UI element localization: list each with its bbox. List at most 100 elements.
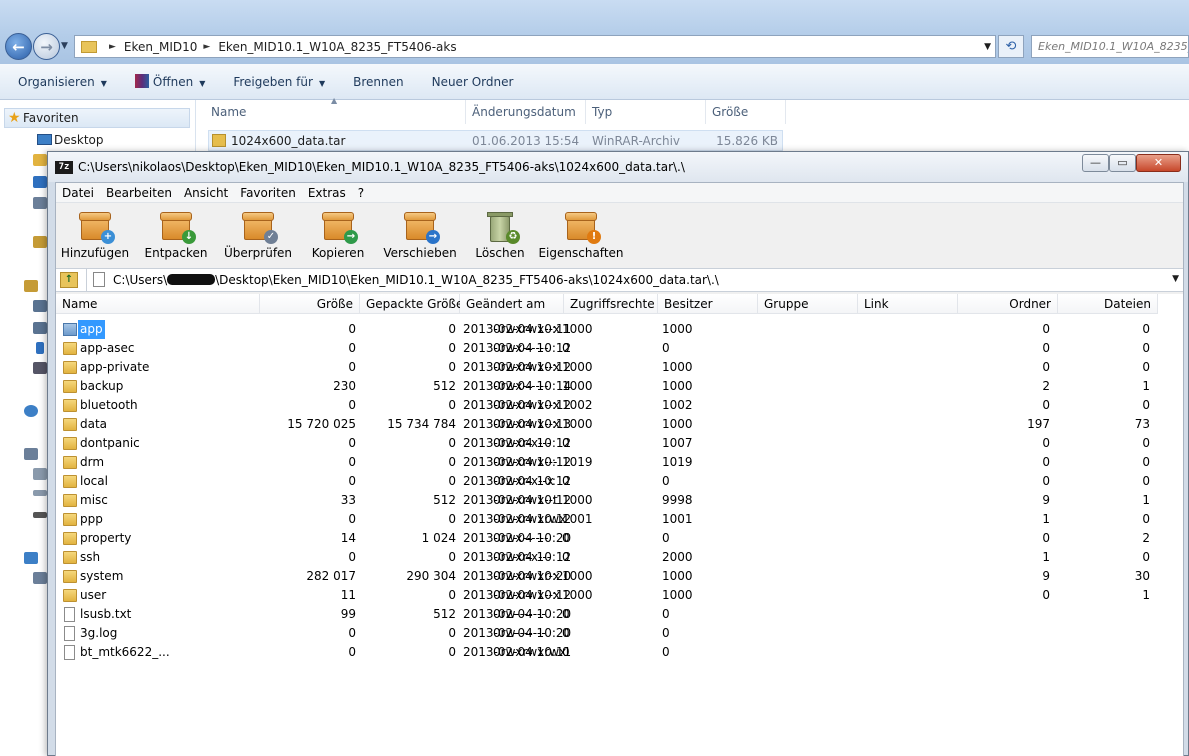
item-name: bluetooth: [80, 398, 138, 412]
cell-files: 1: [1142, 588, 1150, 602]
toolbar-button-eigenschaften[interactable]: ! Eigenschaften: [536, 204, 626, 266]
libraries-icon[interactable]: [24, 280, 38, 292]
column-header-size[interactable]: Größe: [260, 294, 360, 314]
desktop-icon: [37, 134, 52, 145]
folder-row[interactable]: bluetooth 0 0 2013-02-04 10:12 0rwxrwx--x 100…: [56, 396, 1183, 415]
cloud-icon[interactable]: [33, 176, 47, 188]
column-header-type[interactable]: Typ: [586, 100, 706, 124]
column-header-name[interactable]: Name: [205, 100, 466, 124]
nav-favorites[interactable]: ★ Favoriten: [4, 108, 190, 128]
breadcrumb-item[interactable]: Eken_MID10: [124, 40, 198, 54]
column-header-packed[interactable]: Gepackte Größe: [360, 294, 463, 314]
network-icon[interactable]: [24, 552, 38, 564]
minimize-button[interactable]: —: [1082, 154, 1109, 172]
videos-icon[interactable]: [33, 362, 47, 374]
file-date: 01.06.2013 15:54: [472, 134, 580, 148]
column-header-files[interactable]: Dateien: [1058, 294, 1158, 314]
recent-pages-dropdown[interactable]: ▼: [61, 41, 68, 51]
homegroup-icon[interactable]: [24, 405, 38, 417]
close-button[interactable]: ✕: [1136, 154, 1181, 172]
folder-row[interactable]: dontpanic 0 0 2013-02-04 10:12 0rwxr-x--- 0 10…: [56, 434, 1183, 453]
refresh-button[interactable]: ⟲: [998, 35, 1024, 58]
folder-row[interactable]: ssh 0 0 2013-02-04 10:12 0rwxr-x--- 0 2000 1 0: [56, 548, 1183, 567]
nav-desktop[interactable]: Desktop: [6, 130, 104, 150]
folder-row[interactable]: user 11 0 2013-02-04 10:12 0rwxrwx--x 1000 100…: [56, 586, 1183, 605]
folder-row[interactable]: property 14 1 024 2013-02-04 10:20 0rwx-----…: [56, 529, 1183, 548]
toolbar-button-kopieren[interactable]: → Kopieren: [293, 204, 383, 266]
column-header-owner[interactable]: Besitzer: [658, 294, 758, 314]
breadcrumb-item[interactable]: Eken_MID10.1_W10A_8235_FT5406-aks: [218, 40, 456, 54]
folder-row[interactable]: system 282 017 290 304 2013-02-04 10:20 0rwx…: [56, 567, 1183, 586]
item-name: dontpanic: [80, 436, 140, 450]
folder-icon: [63, 418, 77, 431]
pictures-icon[interactable]: [33, 322, 47, 334]
drive-icon[interactable]: [33, 490, 47, 496]
column-header-link[interactable]: Link: [858, 294, 958, 314]
search-input[interactable]: Eken_MID10.1_W10A_8235_FT5406-aks durchs…: [1031, 35, 1189, 58]
computer-icon[interactable]: [33, 197, 47, 209]
column-header-name[interactable]: Name: [56, 294, 260, 314]
path-input[interactable]: C:\Users\ \Desktop\Eken_MID10\Eken_MID10.…: [86, 269, 1183, 291]
library-icon[interactable]: [33, 236, 47, 248]
column-header-modified[interactable]: Geändert am: [460, 294, 564, 314]
menu-file[interactable]: Datei: [56, 186, 100, 200]
cell-size: 230: [333, 379, 356, 393]
folder-icon[interactable]: [33, 154, 47, 166]
folder-row[interactable]: backup 230 512 2013-02-04 10:14 0rwx------ 10…: [56, 377, 1183, 396]
window-titlebar[interactable]: 7z C:\Users\nikolaos\Desktop\Eken_MID10\…: [48, 152, 1188, 182]
folder-row[interactable]: data 15 720 025 15 734 784 2013-02-04 10:13…: [56, 415, 1183, 434]
cell-packed: 1 024: [421, 531, 456, 545]
chevron-down-icon[interactable]: ▼: [1172, 274, 1179, 284]
column-header-size[interactable]: Größe: [706, 100, 786, 124]
forward-button[interactable]: →: [33, 33, 60, 60]
menu-help[interactable]: ?: [352, 186, 370, 200]
burn-button[interactable]: Brennen: [343, 75, 413, 89]
folder-row[interactable]: drm 0 0 2013-02-04 10:12 0rwxrwx--- 1019 1019 0…: [56, 453, 1183, 472]
network-computer-icon[interactable]: [33, 572, 47, 584]
folder-row[interactable]: app-private 0 0 2013-02-04 10:12 0rwxrwx--x 1…: [56, 358, 1183, 377]
column-header-perm[interactable]: Zugriffsrechte: [564, 294, 658, 314]
menu-edit[interactable]: Bearbeiten: [100, 186, 178, 200]
column-header-date[interactable]: Änderungsdatum: [466, 100, 586, 124]
path-prefix: C:\Users\: [113, 273, 168, 287]
menu-view[interactable]: Ansicht: [178, 186, 234, 200]
open-button[interactable]: Öffnen ▼: [125, 74, 215, 89]
chevron-right-icon: ►: [203, 41, 211, 52]
new-folder-button[interactable]: Neuer Ordner: [422, 75, 524, 89]
file-row[interactable]: lsusb.txt 99 512 2013-02-04 10:20 0rw-------…: [56, 605, 1183, 624]
folder-row[interactable]: misc 33 512 2013-02-04 10:12 0rwxrwx--t 1000 9…: [56, 491, 1183, 510]
chevron-down-icon[interactable]: ▼: [984, 42, 991, 52]
column-header-group[interactable]: Gruppe: [758, 294, 858, 314]
toolbar-button-löschen[interactable]: ♻ Löschen: [455, 204, 545, 266]
folder-row[interactable]: app-asec 0 0 2013-02-04 10:12 0rwx------ 0 0 0 0: [56, 339, 1183, 358]
document-icon: [93, 272, 105, 287]
toolbar-button-entpacken[interactable]: ↓ Entpacken: [131, 204, 221, 266]
file-row[interactable]: 3g.log 0 0 2013-02-04 10:20 0rw------- 0 0: [56, 624, 1183, 643]
file-row[interactable]: bt_mtk6622_... 0 0 2013-02-04 10:11 0rwxrwxr…: [56, 643, 1183, 662]
menu-tools[interactable]: Extras: [302, 186, 352, 200]
folder-up-icon[interactable]: ↑: [60, 272, 78, 288]
toolbar-button-hinzufügen[interactable]: + Hinzufügen: [50, 204, 140, 266]
address-bar[interactable]: ► Eken_MID10 ► Eken_MID10.1_W10A_8235_FT…: [74, 35, 996, 58]
drive-icon[interactable]: [33, 512, 47, 518]
drive-icon[interactable]: [33, 468, 47, 480]
share-button[interactable]: Freigeben für ▼: [223, 75, 335, 89]
maximize-button[interactable]: ▭: [1109, 154, 1136, 172]
documents-icon[interactable]: [33, 300, 47, 312]
music-icon[interactable]: [36, 342, 44, 354]
folder-row[interactable]: ppp 0 0 2013-02-04 10:12 0rwxrwxrwx 1001 1001 1…: [56, 510, 1183, 529]
menu-favorites[interactable]: Favoriten: [234, 186, 302, 200]
toolbar-button-verschieben[interactable]: → Verschieben: [375, 204, 465, 266]
archive-box-icon: !: [565, 210, 601, 244]
column-header-folders[interactable]: Ordner: [958, 294, 1058, 314]
folder-row[interactable]: app 0 0 2013-02-04 10:11 0rwxrwx--x 1000 1000 0…: [56, 320, 1183, 339]
organize-button[interactable]: Organisieren ▼: [8, 75, 117, 89]
toolbar-button-überprüfen[interactable]: ✓ Überprüfen: [213, 204, 303, 266]
folder-row[interactable]: local 0 0 2013-02-04 10:12 0rwxr-x--x 0 0 0 0: [56, 472, 1183, 491]
computer-icon[interactable]: [24, 448, 38, 460]
winrar-icon: [134, 74, 149, 88]
cell-perm: 0rwxr-x---: [493, 436, 552, 450]
cell-owner: 1001: [562, 512, 593, 526]
cell-files: 0: [1142, 398, 1150, 412]
back-button[interactable]: ←: [5, 33, 32, 60]
